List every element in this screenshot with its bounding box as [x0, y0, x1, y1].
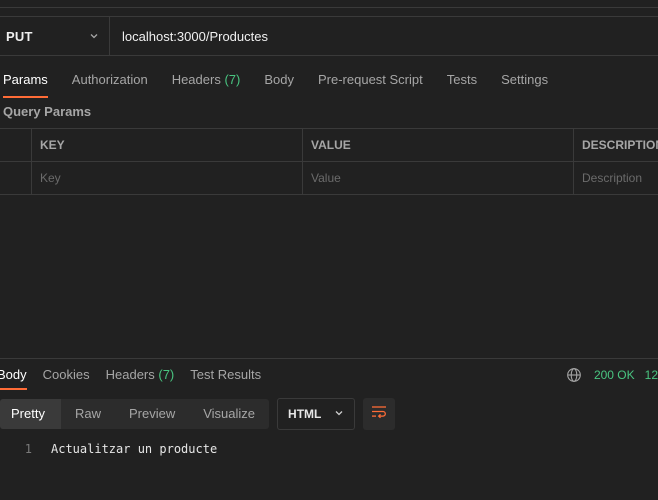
view-visualize-button[interactable]: Visualize: [189, 399, 269, 429]
view-mode-segmented: Pretty Raw Preview Visualize: [0, 399, 270, 429]
tab-pre-request-script[interactable]: Pre-request Script: [318, 66, 423, 94]
description-input[interactable]: Description: [574, 162, 658, 194]
checkbox-column-header: [0, 129, 32, 161]
globe-icon[interactable]: [566, 367, 582, 383]
request-tabs: Params Authorization Headers (7) Body Pr…: [0, 66, 658, 98]
column-header-value: VALUE: [303, 129, 574, 161]
table-header-row: KEY VALUE DESCRIPTION: [0, 129, 658, 162]
tab-label: Body: [264, 72, 294, 87]
column-header-key: KEY: [32, 129, 303, 161]
key-input[interactable]: Key: [32, 162, 303, 194]
tab-body[interactable]: Body: [264, 66, 294, 94]
tab-label: Headers: [171, 72, 221, 87]
tab-headers[interactable]: Headers (7): [172, 66, 241, 94]
code-line: Actualitzar un producte: [51, 442, 218, 456]
tab-label: Headers: [105, 367, 155, 382]
view-raw-button[interactable]: Raw: [61, 399, 115, 429]
value-input[interactable]: Value: [303, 162, 574, 194]
window-top-strip: [0, 0, 658, 8]
response-tab-headers[interactable]: Headers (7): [106, 362, 175, 388]
request-url-bar: PUT localhost:3000/Productes: [0, 16, 658, 56]
response-view-bar: Pretty Raw Preview Visualize HTML: [0, 398, 396, 430]
method-select[interactable]: PUT: [0, 17, 110, 55]
wrap-lines-icon: [370, 404, 388, 425]
row-checkbox-cell: [0, 162, 32, 194]
response-time[interactable]: 12: [645, 368, 658, 382]
table-row: Key Value Description: [0, 162, 658, 195]
response-tab-body[interactable]: Body: [0, 362, 27, 390]
headers-count-badge: (7): [158, 367, 175, 382]
column-header-description: DESCRIPTION: [582, 138, 658, 152]
line-number: 1: [24, 442, 32, 456]
response-divider[interactable]: [0, 358, 658, 359]
headers-count-badge: (7): [224, 72, 241, 87]
tab-params[interactable]: Params: [3, 66, 48, 98]
tab-label: Tests: [446, 72, 478, 87]
tab-label: Cookies: [42, 367, 90, 382]
tab-tests[interactable]: Tests: [447, 66, 477, 94]
view-preview-button[interactable]: Preview: [115, 399, 189, 429]
tab-label: Authorization: [71, 72, 148, 87]
tab-label: Body: [0, 367, 27, 382]
tab-label: Settings: [501, 72, 549, 87]
tab-settings[interactable]: Settings: [501, 66, 548, 94]
method-label: PUT: [6, 28, 33, 44]
format-select[interactable]: HTML: [277, 398, 356, 430]
tab-label: Params: [3, 72, 48, 87]
response-body-code[interactable]: 1 Actualitzar un producte: [0, 442, 658, 456]
tab-label: Pre-request Script: [317, 72, 423, 87]
tab-authorization[interactable]: Authorization: [72, 66, 148, 94]
tab-label: Test Results: [190, 367, 262, 382]
chevron-down-icon: [334, 407, 344, 421]
view-pretty-button[interactable]: Pretty: [0, 399, 61, 429]
query-params-table: KEY VALUE DESCRIPTION Key Value Descript…: [0, 128, 658, 195]
wrap-lines-button[interactable]: [363, 398, 396, 430]
status-code[interactable]: 200 OK: [594, 368, 635, 382]
response-tab-cookies[interactable]: Cookies: [43, 362, 90, 388]
format-label: HTML: [288, 407, 322, 421]
query-params-title: Query Params: [3, 104, 92, 119]
url-input[interactable]: localhost:3000/Productes: [110, 17, 658, 55]
response-tabs: Body Cookies Headers (7) Test Results: [0, 362, 658, 390]
response-tab-test-results[interactable]: Test Results: [190, 362, 261, 388]
chevron-down-icon: [89, 31, 99, 41]
response-status-area: 200 OK 12: [566, 362, 658, 388]
